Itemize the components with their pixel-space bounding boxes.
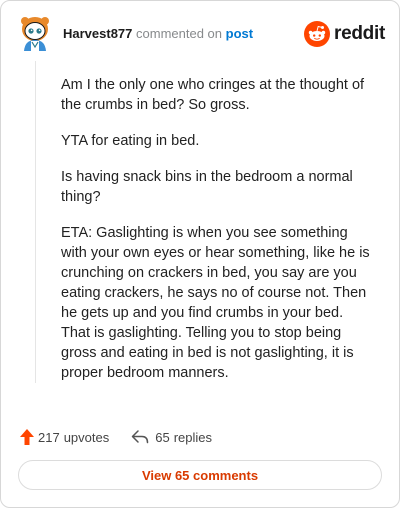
comment-paragraph: ETA: Gaslighting is when you see somethi… xyxy=(61,225,370,381)
user-avatar[interactable] xyxy=(15,13,55,53)
upvote-label: upvotes xyxy=(63,429,110,445)
comment-body: Am I the only one who cringes at the tho… xyxy=(61,75,371,399)
reply-arrow-icon xyxy=(132,430,149,444)
comment-paragraph: Am I the only one who cringes at the tho… xyxy=(61,77,365,113)
reply-label: replies xyxy=(173,429,213,445)
view-comments-button[interactable]: View 65 comments xyxy=(18,460,382,490)
upvote-count: 217 xyxy=(38,429,60,445)
comment-byline: Harvest877 commented on post xyxy=(63,26,253,42)
reddit-logo[interactable]: reddit xyxy=(304,21,385,47)
comment-header: Harvest877 commented on post reddit xyxy=(15,13,387,53)
comment-paragraph: Is having snack bins in the bedroom a no… xyxy=(61,169,353,205)
reply-count: 65 xyxy=(155,429,170,445)
thread-line xyxy=(35,61,36,383)
reddit-wordmark: reddit xyxy=(334,23,385,44)
comment-footer: 217 upvotes 65 replies xyxy=(19,425,379,449)
reddit-alien-icon xyxy=(304,21,331,47)
commented-on-text: commented on xyxy=(136,26,223,41)
comment-card: Harvest877 commented on post reddit Am I… xyxy=(0,0,400,508)
comment-paragraph: YTA for eating in bed. xyxy=(61,133,200,149)
username-link[interactable]: Harvest877 xyxy=(63,26,132,41)
upvote-arrow-icon xyxy=(20,429,34,445)
upvote-stat[interactable]: 217 upvotes xyxy=(19,428,109,446)
snoo-avatar-icon xyxy=(21,17,49,51)
post-link[interactable]: post xyxy=(226,26,253,41)
reply-stat[interactable]: 65 replies xyxy=(131,429,212,445)
